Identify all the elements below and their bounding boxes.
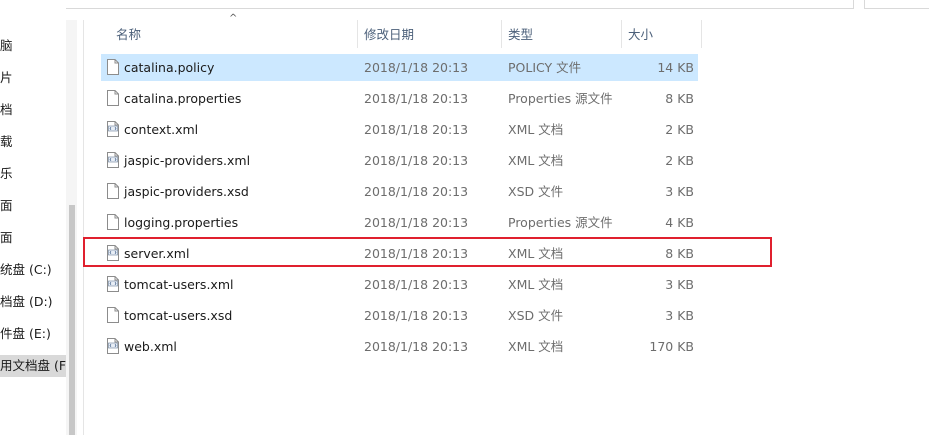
file-type: XML 文档 — [508, 122, 564, 137]
sort-ascending-icon: ^ — [229, 13, 238, 24]
column-header-name[interactable]: 名称 — [116, 22, 141, 47]
file-size: 3 KB — [665, 308, 694, 323]
nav-item-drive-f[interactable]: 用文档盘 (F:) — [0, 355, 66, 377]
pane-divider[interactable] — [83, 20, 84, 435]
file-row[interactable]: logging.properties 2018/1/18 20:13 Propert… — [101, 209, 698, 236]
file-name: jaspic-providers.xml — [124, 153, 251, 168]
file-type: XML 文档 — [508, 277, 564, 292]
file-row[interactable]: web.xml 2018/1/18 20:13 XML 文档 170 KB — [101, 333, 698, 360]
file-size: 4 KB — [665, 215, 694, 230]
file-name: catalina.properties — [124, 91, 242, 106]
xml-file-icon — [107, 152, 119, 168]
nav-item-music[interactable]: 乐 — [0, 163, 66, 185]
nav-item-computer[interactable]: 脑 — [0, 35, 66, 57]
file-date: 2018/1/18 20:13 — [364, 122, 469, 137]
file-row[interactable]: tomcat-users.xsd 2018/1/18 20:13 XSD 文件 3 K… — [101, 302, 698, 329]
file-row[interactable]: tomcat-users.xml 2018/1/18 20:13 XML 文档 3 K… — [101, 271, 698, 298]
file-date: 2018/1/18 20:13 — [364, 60, 469, 75]
file-name: jaspic-providers.xsd — [124, 184, 249, 199]
column-separator[interactable] — [501, 20, 502, 48]
xml-file-icon — [107, 121, 119, 137]
file-size: 3 KB — [665, 277, 694, 292]
file-date: 2018/1/18 20:13 — [364, 308, 469, 323]
column-header-type[interactable]: 类型 — [508, 22, 533, 47]
file-size: 3 KB — [665, 184, 694, 199]
document-icon — [107, 90, 119, 106]
file-name: tomcat-users.xml — [124, 277, 234, 292]
file-date: 2018/1/18 20:13 — [364, 184, 469, 199]
file-row[interactable]: catalina.policy 2018/1/18 20:13 POLICY 文件 1… — [101, 54, 698, 81]
file-date: 2018/1/18 20:13 — [364, 215, 469, 230]
document-icon — [107, 307, 119, 323]
file-size: 8 KB — [665, 91, 694, 106]
nav-item-pictures[interactable]: 片 — [0, 67, 66, 89]
file-type: XML 文档 — [508, 153, 564, 168]
file-type: POLICY 文件 — [508, 60, 582, 75]
nav-item-desktop[interactable]: 面 — [0, 195, 66, 217]
column-header-size[interactable]: 大小 — [628, 22, 653, 47]
file-name: tomcat-users.xsd — [124, 308, 233, 323]
file-type: XSD 文件 — [508, 184, 564, 199]
file-size: 14 KB — [657, 60, 694, 75]
file-row[interactable]: jaspic-providers.xml 2018/1/18 20:13 XML 文… — [101, 147, 698, 174]
file-date: 2018/1/18 20:13 — [364, 91, 469, 106]
nav-item-desktop-2[interactable]: 面 — [0, 227, 66, 249]
nav-scrollbar-thumb[interactable] — [69, 205, 75, 435]
xml-file-icon — [107, 338, 119, 354]
file-name: catalina.policy — [124, 60, 215, 75]
nav-item-drive-e[interactable]: 件盘 (E:) — [0, 323, 66, 345]
column-separator[interactable] — [701, 20, 702, 48]
search-box[interactable] — [864, 0, 929, 9]
xml-file-icon — [107, 276, 119, 292]
file-name: web.xml — [124, 339, 177, 354]
highlight-annotation — [83, 237, 772, 267]
file-type: XML 文档 — [508, 339, 564, 354]
file-date: 2018/1/18 20:13 — [364, 277, 469, 292]
file-row[interactable]: jaspic-providers.xsd 2018/1/18 20:13 XSD 文… — [101, 178, 698, 205]
address-bar[interactable] — [63, 0, 854, 9]
file-size: 170 KB — [649, 339, 694, 354]
file-size: 2 KB — [665, 122, 694, 137]
file-type: Properties 源文件 — [508, 215, 613, 230]
nav-item-downloads[interactable]: 载 — [0, 131, 66, 153]
column-separator[interactable] — [357, 20, 358, 48]
file-row[interactable]: catalina.properties 2018/1/18 20:13 Proper… — [101, 85, 698, 112]
document-icon — [107, 183, 119, 199]
file-row[interactable]: context.xml 2018/1/18 20:13 XML 文档 2 KB — [101, 116, 698, 143]
column-separator[interactable] — [621, 20, 622, 48]
file-type: Properties 源文件 — [508, 91, 613, 106]
document-icon — [107, 59, 119, 75]
file-date: 2018/1/18 20:13 — [364, 339, 469, 354]
navigation-pane: 脑 片 档 载 乐 面 面 统盘 (C:) 档盘 (D:) 件盘 (E:) 用文… — [0, 0, 66, 435]
file-name: logging.properties — [124, 215, 239, 230]
document-icon — [107, 214, 119, 230]
column-header-date[interactable]: 修改日期 — [364, 22, 414, 47]
file-type: XSD 文件 — [508, 308, 564, 323]
file-date: 2018/1/18 20:13 — [364, 153, 469, 168]
nav-item-documents[interactable]: 档 — [0, 99, 66, 121]
file-name: context.xml — [124, 122, 199, 137]
nav-item-drive-d[interactable]: 档盘 (D:) — [0, 291, 66, 313]
file-size: 2 KB — [665, 153, 694, 168]
nav-item-drive-c[interactable]: 统盘 (C:) — [0, 259, 66, 281]
